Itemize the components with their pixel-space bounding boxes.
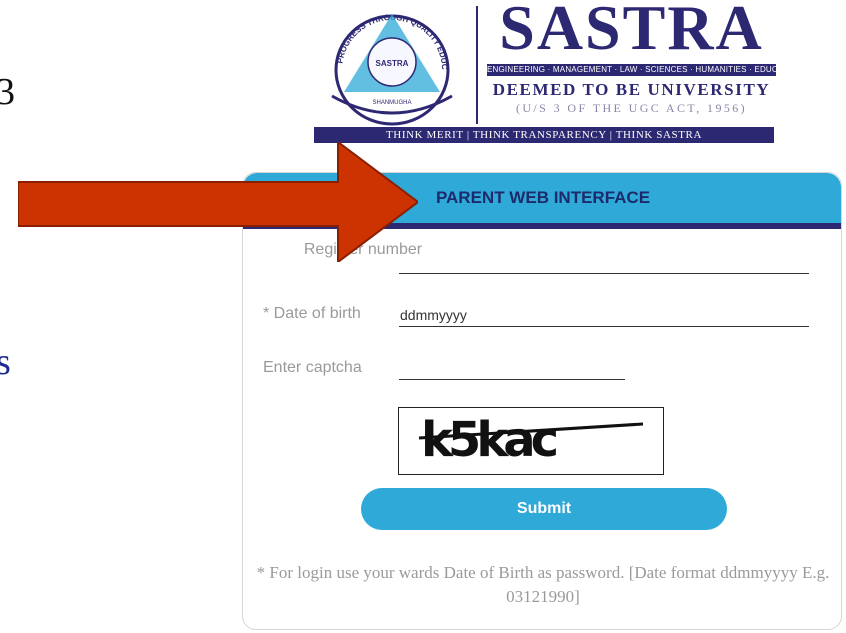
- deemed-university-text: DEEMED TO BE UNIVERSITY: [492, 80, 771, 99]
- captcha-input[interactable]: [399, 379, 625, 380]
- submit-button[interactable]: Submit: [361, 488, 727, 530]
- university-seal-icon: PROGRESS THROUGH QUALITY EDUCATION SASTR…: [312, 0, 453, 126]
- partial-text-left-top: 3: [0, 71, 15, 113]
- red-arrow-icon: [18, 142, 418, 262]
- ugc-act-text: (U/S 3 OF THE UGC ACT, 1956): [515, 101, 748, 115]
- university-logo: PROGRESS THROUGH QUALITY EDUCATION SASTR…: [312, 0, 778, 150]
- logo-divider: [476, 6, 478, 124]
- captcha-image: k5kac: [398, 407, 664, 475]
- seal-center-text: SASTRA: [376, 59, 409, 68]
- seal-lower-text: SHANMUGHA: [372, 100, 411, 106]
- date-of-birth-label: * Date of birth: [263, 305, 361, 322]
- brand-name: SASTRA: [499, 0, 764, 63]
- date-of-birth-input[interactable]: ddmmyyyy: [400, 307, 467, 323]
- tagline-bar: THINK MERIT | THINK TRANSPARENCY | THINK…: [314, 127, 774, 143]
- brand-subtitle: ENGINEERING · MANAGEMENT · LAW · SCIENCE…: [487, 64, 776, 76]
- captcha-noise-line: [418, 422, 644, 440]
- register-number-input[interactable]: [399, 273, 809, 274]
- captcha-label: Enter captcha: [263, 359, 362, 376]
- login-note: * For login use your wards Date of Birth…: [256, 563, 830, 606]
- date-of-birth-underline: [399, 326, 809, 327]
- brand-block: SASTRA ENGINEERING · MANAGEMENT · LAW · …: [485, 0, 778, 128]
- partial-text-left-middle: s: [0, 341, 11, 383]
